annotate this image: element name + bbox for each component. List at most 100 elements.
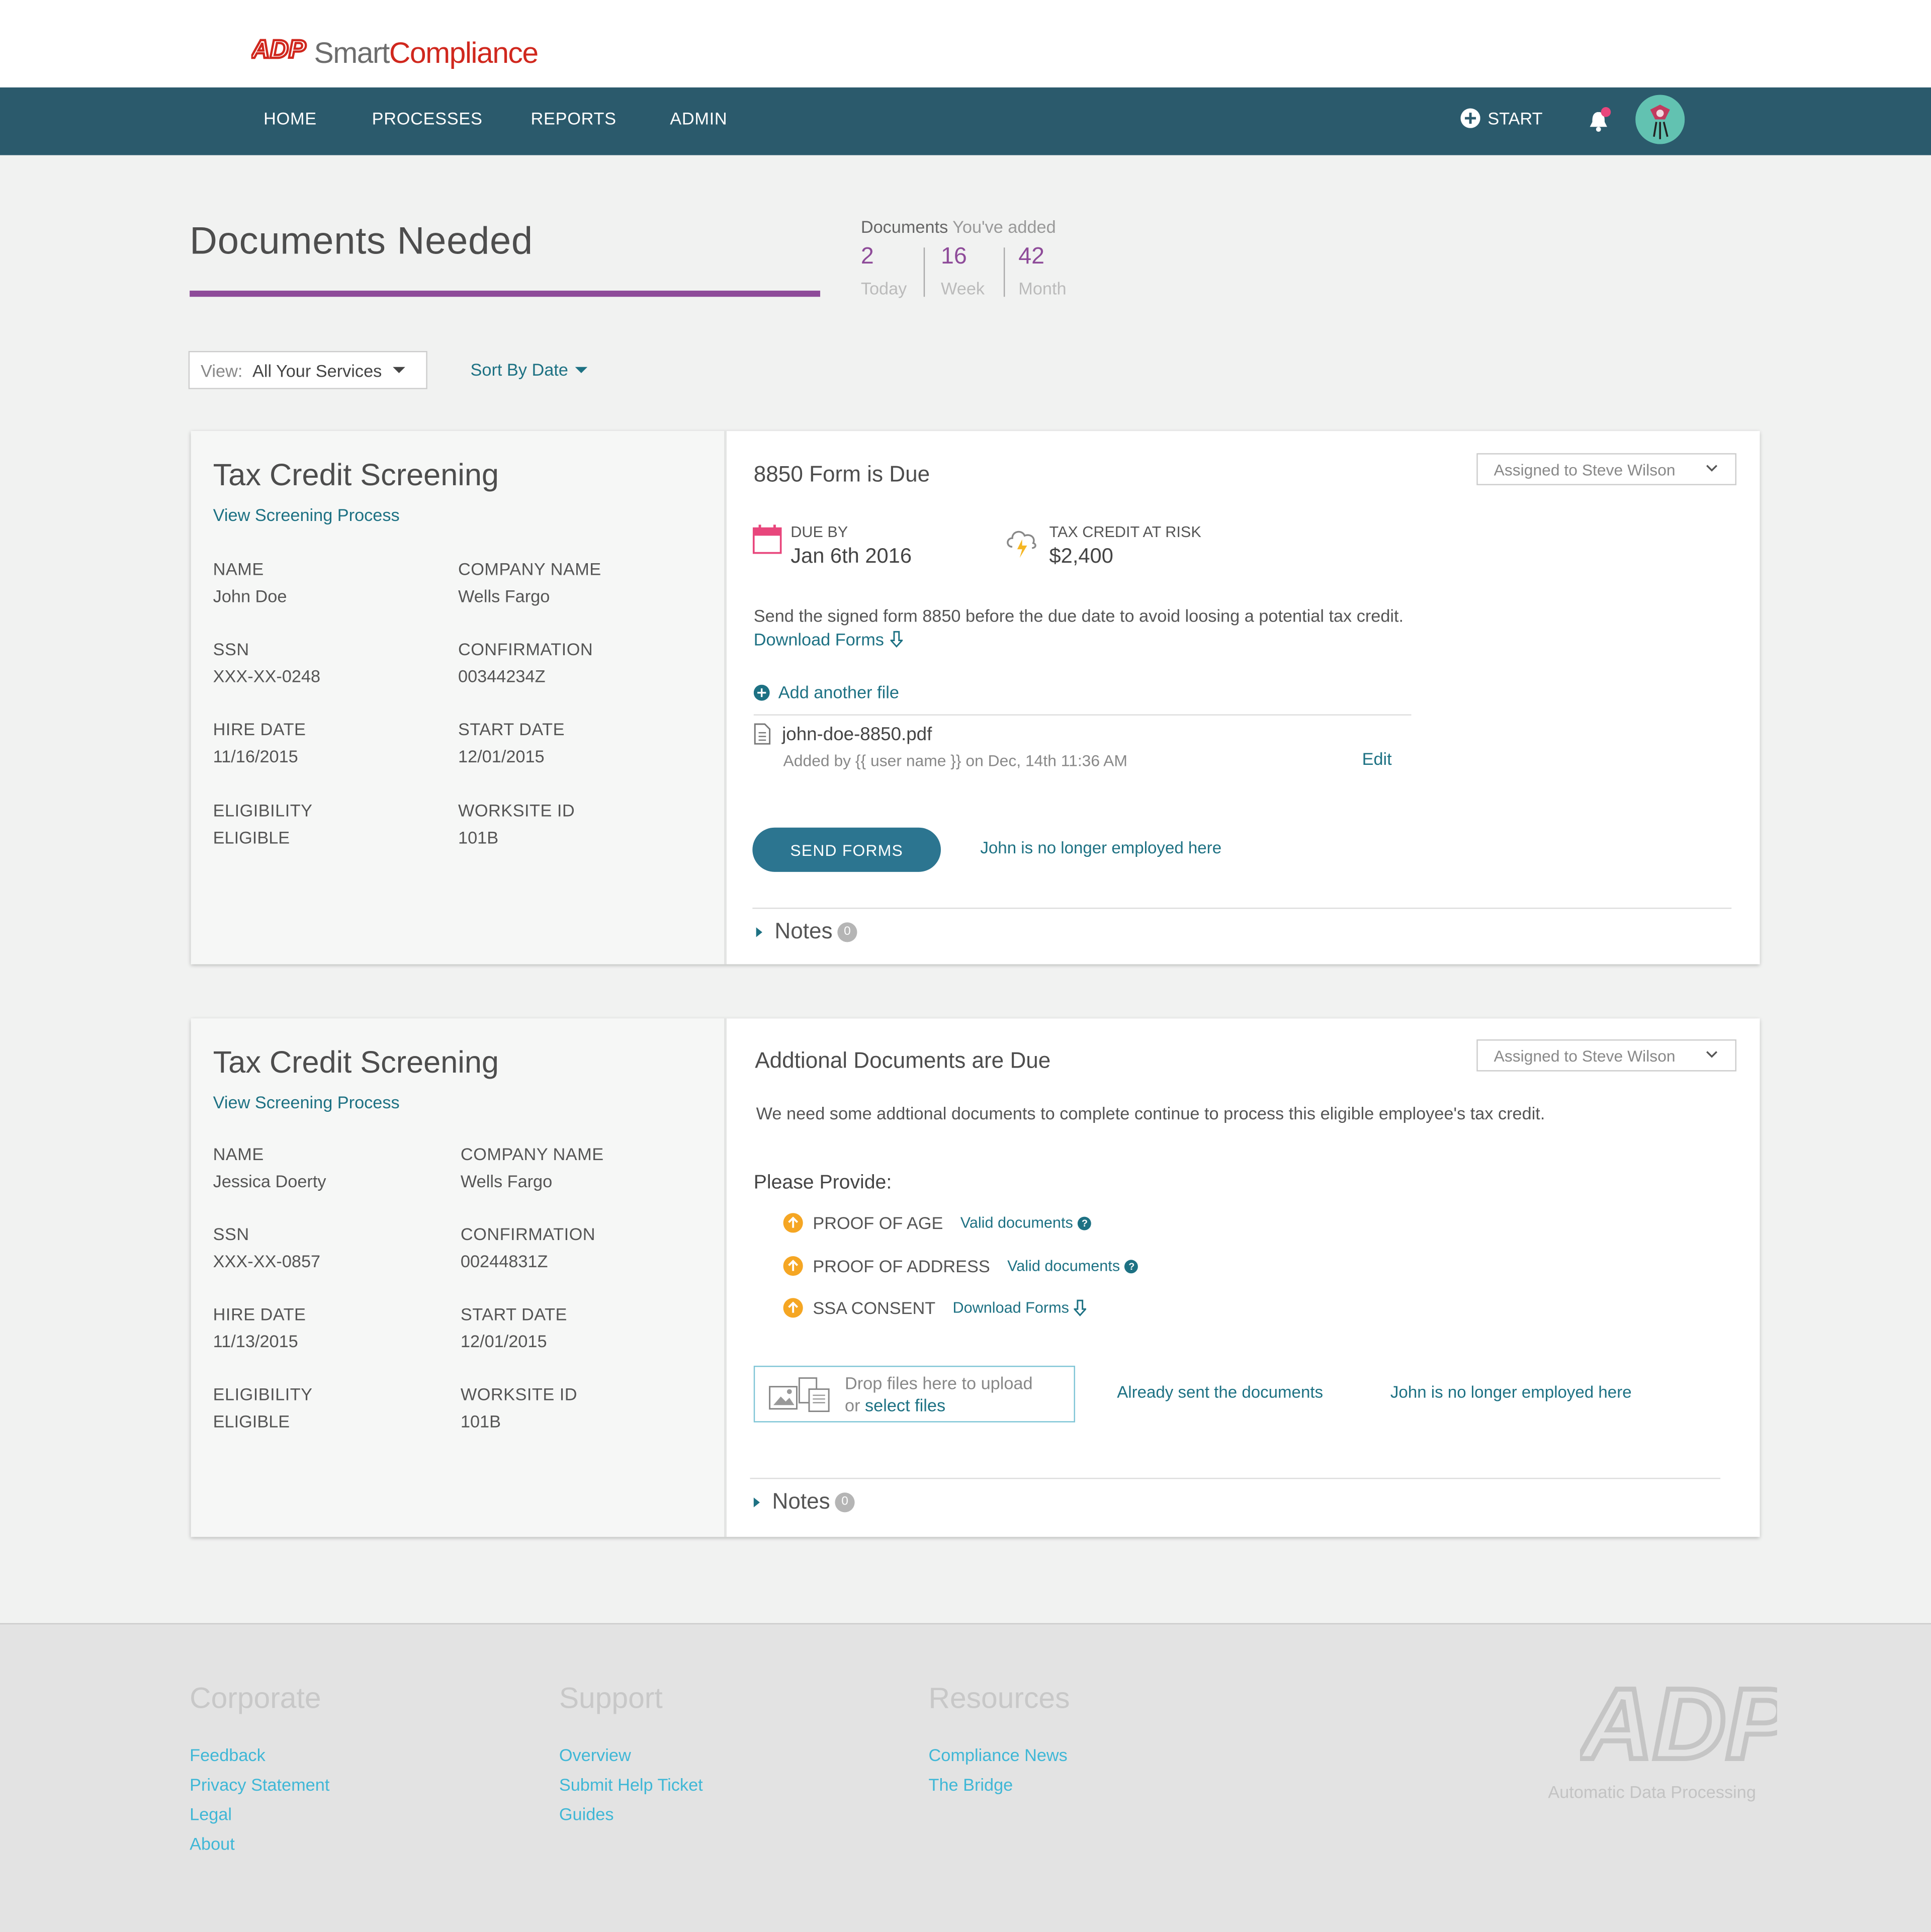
add-file-button[interactable]: Add another file [753, 682, 899, 702]
caret-right-icon [753, 1497, 760, 1507]
footer-link-feedback[interactable]: Feedback [190, 1745, 266, 1765]
stat-today-value: 2 [860, 243, 874, 270]
field-value: 12/01/2015 [458, 746, 545, 766]
select-files-link[interactable]: select files [865, 1395, 945, 1415]
assignee-value: Assigned to Steve Wilson [1494, 460, 1676, 479]
requirement-label: PROOF OF ADDRESS [813, 1256, 990, 1276]
employee-panel: Tax Credit Screening View Screening Proc… [191, 431, 727, 964]
app-name-part2: Compliance [389, 37, 539, 70]
no-longer-employed-link[interactable]: John is no longer employed here [980, 839, 1221, 857]
notes-toggle[interactable]: Notes 0 [756, 919, 857, 944]
field-value: John Doe [213, 586, 287, 606]
assignee-select[interactable]: Assigned to Steve Wilson [1476, 1039, 1737, 1072]
field-name: NAME Jessica Doerty [213, 1144, 326, 1191]
field-hire-date: HIRE DATE 11/13/2015 [213, 1304, 306, 1351]
field-value: 00244831Z [460, 1251, 548, 1271]
download-forms-label: Download Forms [952, 1299, 1069, 1316]
notes-count-badge: 0 [837, 922, 857, 942]
stat-today: 2 Today [861, 244, 907, 298]
view-screening-link[interactable]: View Screening Process [213, 1092, 400, 1112]
field-label: START DATE [460, 1304, 567, 1324]
footer-heading-corporate: Corporate [190, 1682, 321, 1716]
view-select[interactable]: View: All Your Services [188, 350, 427, 389]
file-drop-zone[interactable]: Drop files here to upload or select file… [753, 1365, 1075, 1423]
stat-divider [1003, 247, 1005, 297]
chevron-down-icon [1706, 465, 1718, 472]
notes-label: Notes [772, 1488, 830, 1514]
document-icon [754, 723, 771, 745]
field-value: XXX-XX-0857 [213, 1251, 321, 1271]
card-title: Tax Credit Screening [213, 458, 499, 493]
valid-documents-label: Valid documents [1007, 1257, 1120, 1275]
section-title: Addtional Documents are Due [755, 1048, 1051, 1073]
adp-logo[interactable]: ADP [249, 33, 311, 69]
divider [753, 714, 1412, 716]
field-start-date: START DATE 12/01/2015 [458, 719, 565, 766]
start-button[interactable]: START [1460, 108, 1543, 128]
divider [752, 907, 1732, 909]
valid-documents-link[interactable]: Valid documents? [960, 1214, 1092, 1232]
already-sent-link[interactable]: Already sent the documents [1117, 1383, 1323, 1401]
task-card-1: Tax Credit Screening View Screening Proc… [191, 431, 1760, 964]
field-name: NAME John Doe [213, 559, 287, 606]
divider [750, 1477, 1721, 1479]
footer-link-guides[interactable]: Guides [559, 1804, 614, 1824]
footer-link-privacy[interactable]: Privacy Statement [190, 1775, 329, 1794]
caret-down-icon [575, 366, 588, 373]
footer-heading-support: Support [559, 1682, 663, 1716]
footer-link-help-ticket[interactable]: Submit Help Ticket [559, 1775, 703, 1794]
notification-bell-icon[interactable] [1586, 107, 1613, 140]
no-longer-employed-link[interactable]: John is no longer employed here [1390, 1383, 1632, 1401]
nav-reports[interactable]: REPORTS [531, 109, 617, 128]
footer-link-about[interactable]: About [190, 1834, 235, 1854]
footer-adp-mark-text: ADP [1580, 1675, 1777, 1766]
field-label: ELIGIBILITY [213, 1384, 313, 1404]
please-provide-label: Please Provide: [753, 1172, 892, 1194]
field-eligibility: ELIGIBILITY ELIGIBLE [213, 1384, 313, 1431]
avatar-illustration-icon [1635, 95, 1685, 144]
assignee-select[interactable]: Assigned to Steve Wilson [1476, 453, 1737, 485]
footer-link-compliance-news[interactable]: Compliance News [929, 1745, 1068, 1765]
field-label: HIRE DATE [213, 719, 306, 739]
field-label: START DATE [458, 719, 565, 739]
stat-month: 42 Month [1018, 244, 1066, 298]
field-label: CONFIRMATION [460, 1224, 596, 1244]
file-name[interactable]: john-doe-8850.pdf [782, 724, 932, 745]
valid-documents-link[interactable]: Valid documents? [1007, 1257, 1138, 1275]
requirement-label: SSA CONSENT [813, 1298, 936, 1318]
help-icon: ? [1124, 1259, 1138, 1273]
field-label: NAME [213, 559, 264, 579]
footer-link-overview[interactable]: Overview [559, 1745, 631, 1765]
field-label: CONFIRMATION [458, 639, 593, 659]
upload-arrow-icon [783, 1256, 803, 1276]
help-icon: ? [1078, 1216, 1092, 1230]
edit-file-link[interactable]: Edit [1362, 749, 1392, 768]
field-value: Wells Fargo [460, 1171, 553, 1191]
download-forms-label: Download Forms [753, 629, 884, 649]
field-worksite: WORKSITE ID 101B [461, 1384, 577, 1431]
field-label: WORKSITE ID [458, 800, 575, 821]
sort-select[interactable]: Sort By Date [471, 360, 588, 379]
download-forms-link[interactable]: Download Forms [754, 629, 903, 649]
nav-home[interactable]: HOME [264, 109, 317, 128]
field-label: ELIGIBILITY [213, 800, 313, 821]
footer-heading-resources: Resources [928, 1682, 1070, 1716]
stat-week-value: 16 [941, 243, 967, 270]
field-company: COMPANY NAME Wells Fargo [458, 559, 601, 606]
nav-admin[interactable]: ADMIN [670, 109, 727, 128]
app-name[interactable]: SmartCompliance [314, 37, 539, 71]
send-forms-button[interactable]: SEND FORMS [752, 827, 941, 872]
download-forms-link[interactable]: Download Forms [953, 1299, 1087, 1316]
field-value: Jessica Doerty [213, 1171, 326, 1191]
notes-toggle[interactable]: Notes 0 [753, 1488, 855, 1515]
user-avatar[interactable] [1635, 95, 1685, 144]
footer-link-legal[interactable]: Legal [190, 1804, 232, 1824]
download-arrow-icon [890, 631, 903, 648]
field-label: COMPANY NAME [460, 1144, 604, 1164]
caret-down-icon [393, 367, 405, 374]
nav-processes[interactable]: PROCESSES [372, 109, 483, 128]
view-screening-link[interactable]: View Screening Process [213, 505, 400, 524]
docs-added-heading: Documents You've added [861, 217, 1056, 236]
footer-link-the-bridge[interactable]: The Bridge [929, 1775, 1013, 1794]
stat-divider [923, 247, 925, 297]
